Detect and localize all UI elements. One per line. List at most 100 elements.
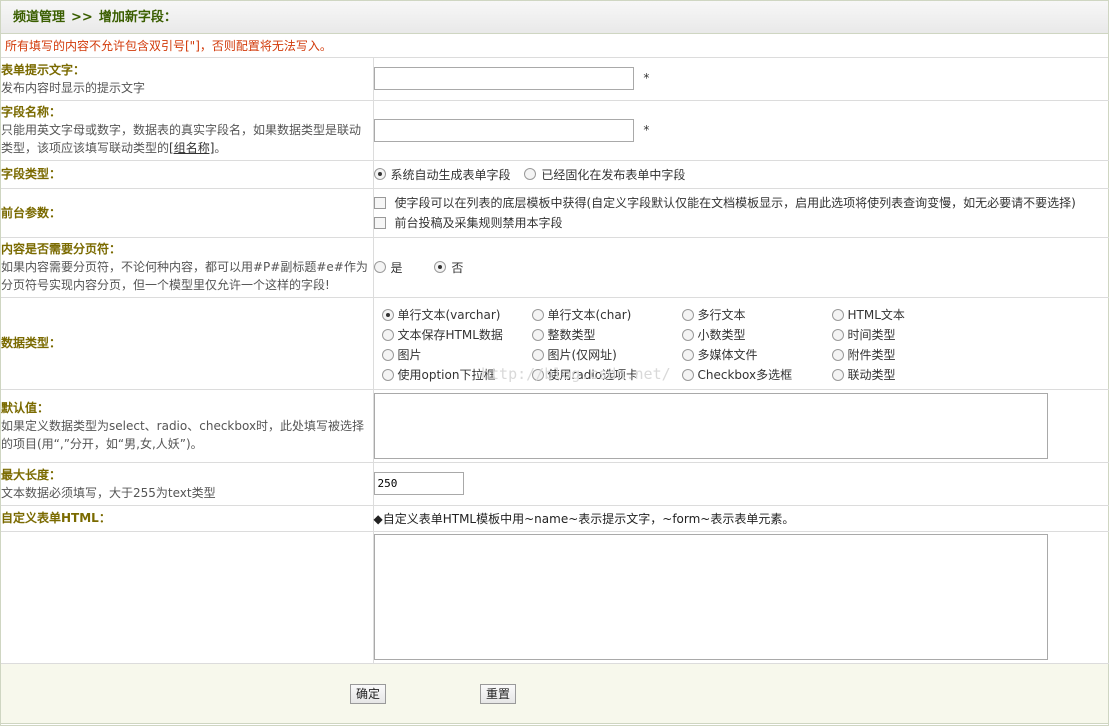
- row-fieldname: 字段名称： 只能用英文字母或数字，数据表的真实字段名，如果数据类型是联动类型，该…: [1, 100, 1109, 161]
- isnull-option-fixed[interactable]: 已经固化在发布表单中字段: [524, 166, 685, 183]
- desc-itemname: 发布内容时显示的提示文字: [1, 80, 146, 95]
- label-custom-html: 自定义表单HTML：: [1, 511, 111, 525]
- checkbox[interactable]: [373, 217, 386, 229]
- dtype-option-label: 文本保存HTML数据: [397, 328, 503, 342]
- warning-message: 所有填写的内容不允许包含双引号["]，否则配置将无法写入。: [1, 34, 1108, 58]
- label-maxlength: 最大长度：: [1, 467, 62, 482]
- dtype-option[interactable]: 文本保存HTML数据: [381, 326, 532, 343]
- fieldname-input[interactable]: [373, 118, 634, 142]
- dtype-option-label: 多媒体文件: [697, 348, 758, 362]
- paging-option-no[interactable]: 否: [434, 259, 463, 276]
- dtype-option-label: 附件类型: [847, 348, 896, 362]
- desc-fieldname-end: 。: [214, 141, 227, 155]
- breadcrumb: 频道管理 >> 增加新字段：: [1, 1, 1108, 34]
- dtype-option-label: 使用option下拉框: [397, 368, 496, 382]
- check-list-option[interactable]: 使字段可以在列表的底层模板中获得(自定义字段默认仅能在文档模板显示，启用此选项将…: [373, 192, 1109, 213]
- dtype-option-label: 多行文本: [697, 308, 746, 322]
- group-name-link[interactable]: [组名称]: [169, 141, 214, 155]
- paging-option-yes[interactable]: 是: [373, 259, 403, 276]
- row-isnull: 字段类型： 系统自动生成表单字段 已经固化在发布表单中字段: [1, 160, 1109, 189]
- dtype-option-label: 时间类型: [847, 328, 896, 342]
- dtype-option-label: HTML文本: [847, 308, 905, 322]
- desc-maxlength: 文本数据必须填写，大于255为text类型: [1, 485, 216, 500]
- dtype-option[interactable]: 使用option下拉框: [381, 366, 532, 383]
- desc-default: 如果定义数据类型为select、radio、checkbox时，此处填写被选择的…: [1, 418, 365, 451]
- label-front: 前台参数：: [1, 205, 62, 220]
- row-custom-html: 自定义表单HTML： ◆自定义表单HTML模板中用~name~表示提示文字，~f…: [1, 505, 1109, 532]
- dtype-option-label: 图片(仅网址): [547, 348, 617, 362]
- dtype-option[interactable]: 单行文本(varchar): [381, 306, 532, 323]
- dtype-option-label: 整数类型: [547, 328, 596, 342]
- label-isnull: 字段类型：: [1, 167, 62, 181]
- radio-button[interactable]: [681, 308, 694, 321]
- radio-button[interactable]: [831, 328, 844, 341]
- desc-paging: 如果内容需要分页符，不论何种内容，都可以用#P#副标题#e#作为分页符号实现内容…: [1, 260, 368, 292]
- row-itemname: 表单提示文字： 发布内容时显示的提示文字 *: [1, 58, 1109, 101]
- label-itemname: 表单提示文字：: [1, 62, 86, 77]
- radio-button[interactable]: [831, 348, 844, 361]
- label-paging: 内容是否需要分页符：: [1, 242, 122, 256]
- radio-button[interactable]: [681, 368, 694, 381]
- dtype-option[interactable]: 多行文本: [681, 306, 832, 323]
- radio-button[interactable]: [434, 261, 447, 273]
- default-textarea[interactable]: [373, 392, 1048, 459]
- dtype-option[interactable]: 小数类型: [681, 326, 832, 343]
- custom-html-textarea[interactable]: [373, 534, 1048, 660]
- radio-button[interactable]: [681, 328, 694, 341]
- required-mark: *: [643, 71, 650, 86]
- dtype-option[interactable]: Checkbox多选框: [681, 366, 832, 383]
- label-fieldname: 字段名称：: [1, 105, 62, 119]
- radio-button[interactable]: [381, 348, 394, 361]
- isnull-option-auto[interactable]: 系统自动生成表单字段: [373, 166, 511, 183]
- dtype-option[interactable]: 使用radio选项卡: [531, 366, 682, 383]
- row-default: 默认值： 如果定义数据类型为select、radio、checkbox时，此处填…: [1, 389, 1109, 463]
- dtype-option[interactable]: 多媒体文件: [681, 346, 832, 363]
- label-default: 默认值：: [1, 400, 50, 415]
- radio-button[interactable]: [531, 328, 544, 341]
- radio-button[interactable]: [531, 368, 544, 381]
- radio-button[interactable]: [831, 308, 844, 321]
- radio-button[interactable]: [531, 348, 544, 361]
- row-paging: 内容是否需要分页符： 如果内容需要分页符，不论何种内容，都可以用#P#副标题#e…: [1, 237, 1109, 298]
- breadcrumb-channel-link[interactable]: 频道管理: [13, 10, 65, 25]
- row-custom-html-editor: [1, 531, 1109, 664]
- radio-button[interactable]: [531, 308, 544, 321]
- dtype-option[interactable]: 时间类型: [831, 326, 982, 343]
- itemname-input[interactable]: [373, 67, 634, 91]
- radio-button[interactable]: [381, 308, 394, 321]
- row-dtype: 数据类型： 单行文本(varchar) 单行文本(char) 多行文本 HTML文本文…: [1, 297, 1109, 390]
- dtype-option[interactable]: 整数类型: [531, 326, 682, 343]
- dtype-option[interactable]: 联动类型: [831, 366, 982, 383]
- dtype-option-label: 单行文本(varchar): [397, 308, 501, 322]
- maxlength-input[interactable]: [373, 472, 464, 495]
- radio-button[interactable]: [681, 348, 694, 361]
- dtype-option-label: 使用radio选项卡: [547, 368, 639, 382]
- row-maxlength: 最大长度： 文本数据必须填写，大于255为text类型: [1, 462, 1109, 506]
- row-front: 前台参数： 使字段可以在列表的底层模板中获得(自定义字段默认仅能在文档模板显示，…: [1, 188, 1109, 238]
- dtype-option[interactable]: 附件类型: [831, 346, 982, 363]
- dtype-option-label: 单行文本(char): [547, 308, 632, 322]
- check-disable-submit[interactable]: 前台投稿及采集规则禁用本字段: [373, 213, 1109, 234]
- checkbox[interactable]: [373, 196, 386, 209]
- dtype-option[interactable]: HTML文本: [831, 306, 982, 323]
- dtype-option[interactable]: 图片(仅网址): [531, 346, 682, 363]
- radio-button[interactable]: [524, 168, 537, 180]
- radio-button[interactable]: [381, 328, 394, 341]
- reset-button[interactable]: 重置: [480, 683, 517, 704]
- required-mark: *: [643, 122, 650, 137]
- dtype-option-label: 小数类型: [697, 328, 746, 342]
- dtype-option-label: 图片: [397, 348, 422, 362]
- dtype-option-label: Checkbox多选框: [697, 368, 793, 382]
- dtype-option[interactable]: 单行文本(char): [531, 306, 682, 323]
- radio-button[interactable]: [373, 168, 386, 180]
- page: 频道管理 >> 增加新字段： 所有填写的内容不允许包含双引号["]，否则配置将无法写…: [0, 0, 1109, 726]
- form-footer: 确定 重置: [1, 663, 1108, 724]
- dtype-option[interactable]: 图片: [381, 346, 532, 363]
- radio-button[interactable]: [373, 261, 386, 273]
- radio-button[interactable]: [381, 368, 394, 381]
- submit-button[interactable]: 确定: [350, 683, 387, 704]
- field-form: 表单提示文字： 发布内容时显示的提示文字 * 字段名称： 只能用英文字母或数字，…: [1, 58, 1109, 664]
- radio-button[interactable]: [831, 368, 844, 381]
- breadcrumb-separator: >>: [71, 10, 93, 25]
- dtype-options: 单行文本(varchar) 单行文本(char) 多行文本 HTML文本文本保存HTM…: [381, 303, 1109, 383]
